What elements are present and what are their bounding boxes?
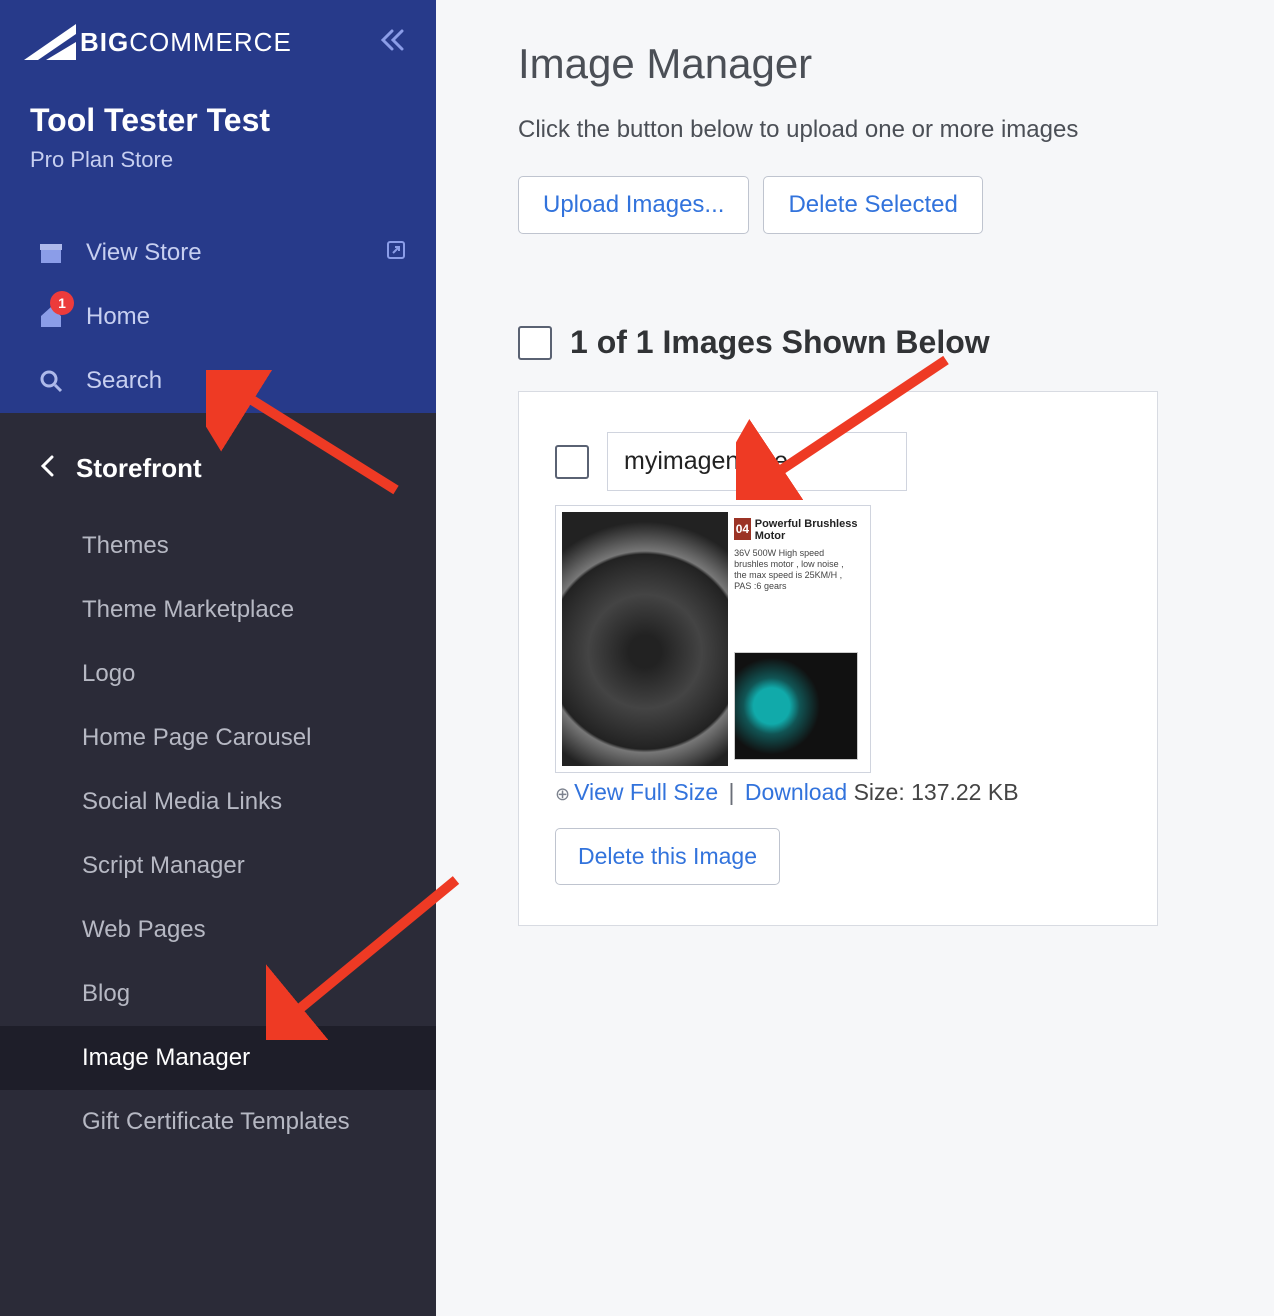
page-title: Image Manager	[518, 40, 1274, 88]
external-link-icon	[386, 240, 406, 266]
submenu-item-social-media-links[interactable]: Social Media Links	[0, 770, 436, 834]
thumb-photo	[562, 512, 728, 766]
image-meta: ⊕View Full Size | Download Size: 137.22 …	[555, 779, 1127, 806]
nav-home[interactable]: 1 Home	[0, 285, 436, 349]
size-value: 137.22 KB	[911, 779, 1018, 805]
nav-label: Home	[86, 303, 150, 331]
store-name: Tool Tester Test	[20, 102, 406, 139]
zoom-icon: ⊕	[555, 784, 570, 804]
action-buttons: Upload Images... Delete Selected	[518, 176, 1274, 234]
nav-search[interactable]: Search	[0, 349, 436, 413]
thumb-tag: 04	[734, 518, 751, 540]
submenu-item-logo[interactable]: Logo	[0, 642, 436, 706]
image-checkbox[interactable]	[555, 445, 589, 479]
submenu-back[interactable]: Storefront	[0, 443, 436, 514]
nav-label: View Store	[86, 239, 202, 267]
home-badge: 1	[50, 291, 74, 315]
image-card: 04 Powerful Brushless Motor 36V 500W Hig…	[518, 391, 1158, 926]
submenu-item-script-manager[interactable]: Script Manager	[0, 834, 436, 898]
card-header	[555, 432, 1127, 491]
thumb-caption-desc: 36V 500W High speed brushles motor , low…	[734, 548, 858, 591]
collapse-sidebar-icon[interactable]	[380, 27, 406, 58]
submenu-item-home-page-carousel[interactable]: Home Page Carousel	[0, 706, 436, 770]
image-thumbnail[interactable]: 04 Powerful Brushless Motor 36V 500W Hig…	[555, 505, 871, 773]
submenu-storefront: Storefront ThemesTheme MarketplaceLogoHo…	[0, 413, 436, 1316]
chevron-left-icon	[40, 453, 54, 484]
submenu-title: Storefront	[76, 453, 202, 484]
main-content: Image Manager Click the button below to …	[436, 0, 1274, 1316]
page-description: Click the button below to upload one or …	[518, 116, 1274, 144]
thumb-info: 04 Powerful Brushless Motor 36V 500W Hig…	[728, 512, 864, 766]
brand-text: BIGCOMMERCE	[80, 27, 292, 58]
image-name-input[interactable]	[607, 432, 907, 491]
sidebar: BIGCOMMERCE Tool Tester Test Pro Plan St…	[0, 0, 436, 1316]
thumb-caption-title: Powerful Brushless Motor	[755, 518, 858, 542]
delete-selected-button[interactable]: Delete Selected	[763, 176, 982, 234]
submenu-item-blog[interactable]: Blog	[0, 962, 436, 1026]
upload-images-button[interactable]: Upload Images...	[518, 176, 749, 234]
list-title: 1 of 1 Images Shown Below	[570, 324, 990, 361]
store-icon	[36, 240, 66, 266]
nav-view-store[interactable]: View Store	[0, 221, 436, 285]
delete-image-button[interactable]: Delete this Image	[555, 828, 780, 885]
logo-row: BIGCOMMERCE	[20, 20, 406, 64]
search-icon	[36, 368, 66, 394]
submenu-item-themes[interactable]: Themes	[0, 514, 436, 578]
view-full-size-link[interactable]: View Full Size	[574, 779, 718, 805]
nav-label: Search	[86, 367, 162, 395]
submenu-item-web-pages[interactable]: Web Pages	[0, 898, 436, 962]
thumb-inset	[734, 652, 858, 760]
sidebar-header: BIGCOMMERCE Tool Tester Test Pro Plan St…	[0, 0, 436, 221]
plan-label: Pro Plan Store	[20, 147, 406, 173]
logo-mark-icon	[20, 20, 80, 64]
brand-logo[interactable]: BIGCOMMERCE	[20, 20, 292, 64]
submenu-item-image-manager[interactable]: Image Manager	[0, 1026, 436, 1090]
size-label: Size:	[854, 779, 905, 805]
submenu-item-gift-certificate-templates[interactable]: Gift Certificate Templates	[0, 1090, 436, 1154]
download-link[interactable]: Download	[745, 779, 847, 805]
submenu-item-theme-marketplace[interactable]: Theme Marketplace	[0, 578, 436, 642]
list-header: 1 of 1 Images Shown Below	[518, 324, 1274, 361]
select-all-checkbox[interactable]	[518, 326, 552, 360]
